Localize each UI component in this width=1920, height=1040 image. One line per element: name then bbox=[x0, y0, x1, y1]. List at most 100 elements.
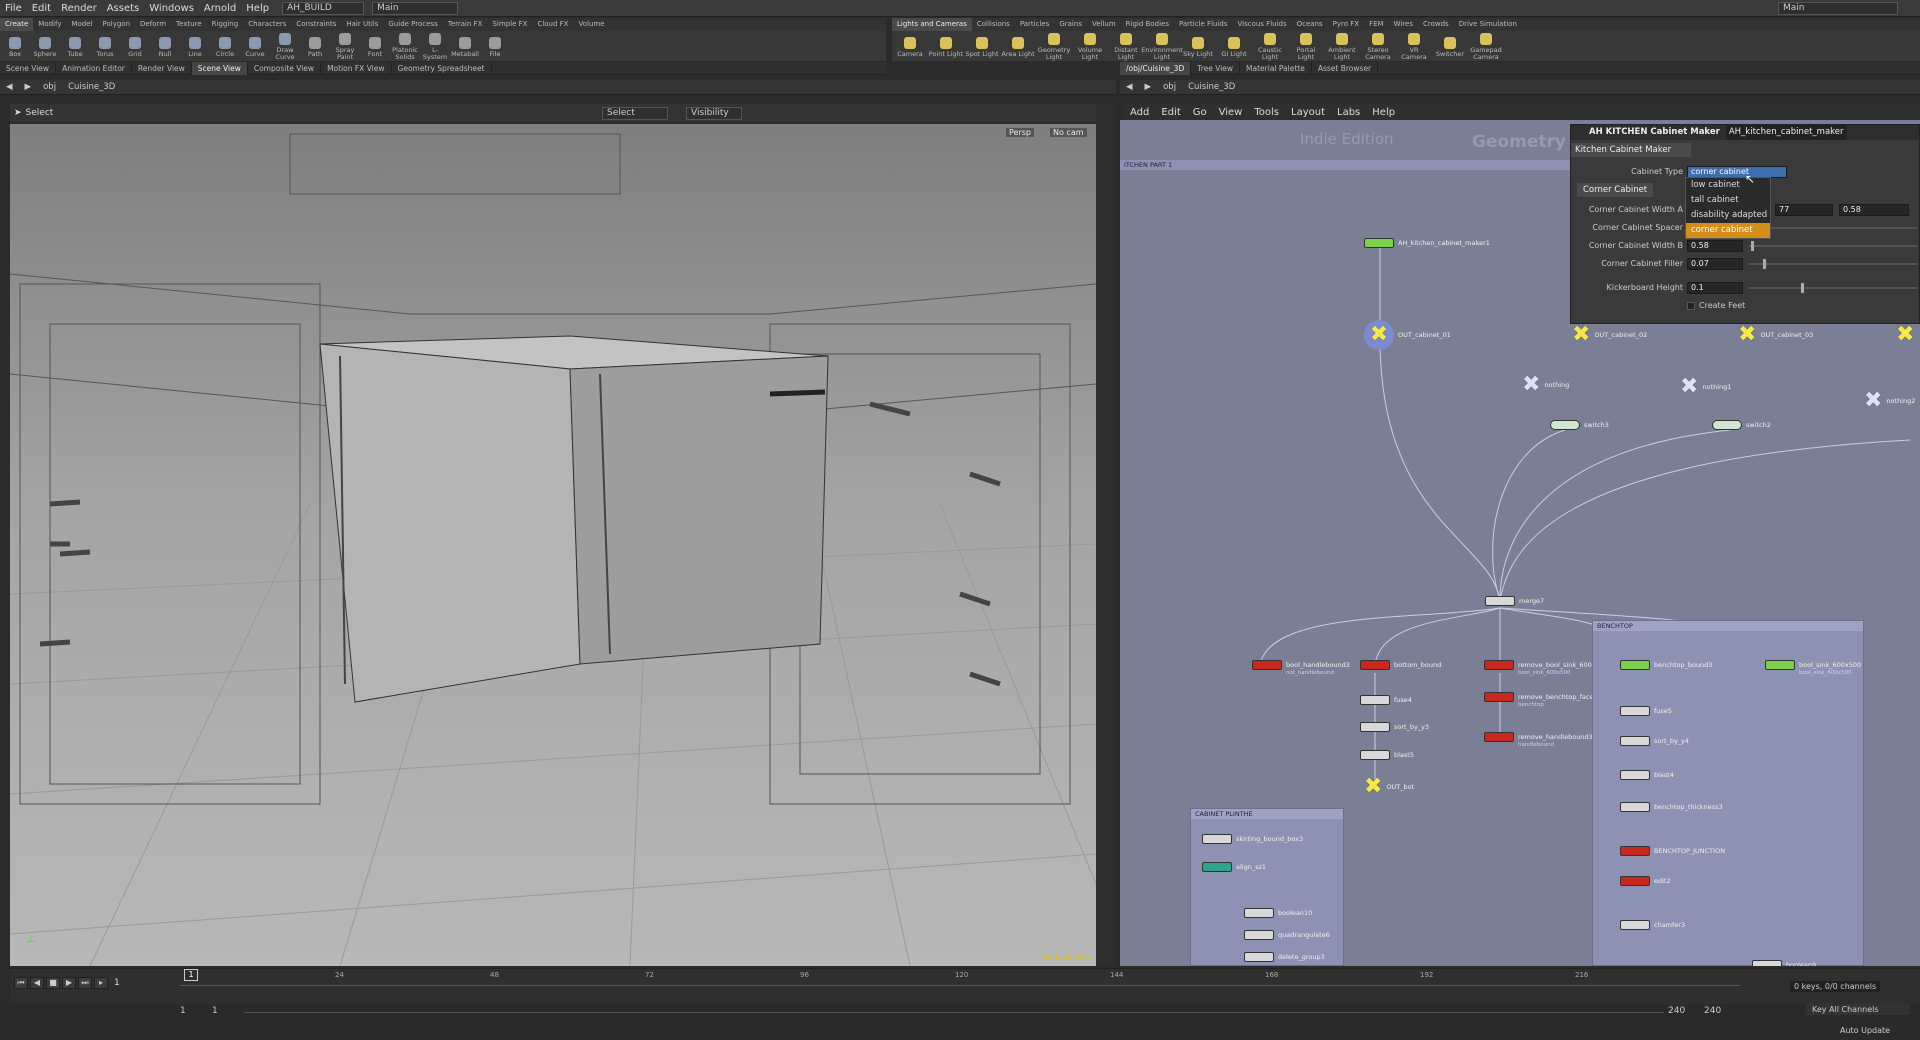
shelf-tab[interactable]: Oceans bbox=[1292, 18, 1328, 31]
shelf-tool[interactable]: Gamepad Camera bbox=[1468, 31, 1504, 61]
shelf-tool[interactable]: Geometry Light bbox=[1036, 31, 1072, 61]
shelf-tab[interactable]: Collisions bbox=[972, 18, 1015, 31]
shelf-tab[interactable]: Polygon bbox=[98, 18, 136, 31]
corner-cabinet-tab[interactable]: Corner Cabinet bbox=[1577, 183, 1654, 197]
node-sort-by-y3[interactable]: sort_by_y3 bbox=[1360, 722, 1429, 732]
camera-menu[interactable]: No cam bbox=[1050, 128, 1087, 137]
select-tool-label[interactable]: Select bbox=[26, 108, 54, 118]
shelf-tab[interactable]: Guide Process bbox=[383, 18, 442, 31]
shelf-tool[interactable]: Curve bbox=[240, 35, 270, 58]
node-remove-bool-sink[interactable]: remove_bool_sink_600x500 bool_sink_600x5… bbox=[1484, 660, 1608, 676]
shelf-tab[interactable]: Rigging bbox=[207, 18, 244, 31]
node-remove-benchtop-faces3[interactable]: remove_benchtop_faces3 benchtop bbox=[1484, 692, 1601, 708]
shelf-tool[interactable]: Torus bbox=[90, 35, 120, 58]
shelf-tab[interactable]: Pyro FX bbox=[1328, 18, 1364, 31]
node-fuse5[interactable]: fuse5 bbox=[1620, 706, 1672, 716]
net-menu-edit[interactable]: Edit bbox=[1155, 107, 1186, 118]
net-menu-help[interactable]: Help bbox=[1366, 107, 1401, 118]
option-disability-adapted[interactable]: disability adapted bbox=[1686, 208, 1770, 223]
node-benchtop-bound3[interactable]: benchtop_bound3 bbox=[1620, 660, 1712, 670]
forward-icon[interactable]: ▶ bbox=[19, 82, 38, 92]
persp-menu[interactable]: Persp bbox=[1006, 128, 1034, 137]
range-end[interactable]: 240 bbox=[1668, 1006, 1685, 1016]
shelf-tab[interactable]: Vellum bbox=[1087, 18, 1121, 31]
shelf-tab[interactable]: Deform bbox=[135, 18, 171, 31]
shelf-tab[interactable]: Wires bbox=[1389, 18, 1418, 31]
node-align-sz1[interactable]: align_sz1 bbox=[1202, 862, 1266, 872]
scene-viewport[interactable]: Persp No cam Indie Edition ⊥ bbox=[10, 124, 1096, 966]
shelf-tab[interactable]: Particle Fluids bbox=[1174, 18, 1233, 31]
shelf-tab[interactable]: Particles bbox=[1015, 18, 1055, 31]
net-back-icon[interactable]: ◀ bbox=[1120, 82, 1139, 92]
node-box[interactable] bbox=[1620, 770, 1650, 780]
shelf-tool[interactable]: Stereo Camera bbox=[1360, 31, 1396, 61]
node-out-cabinet-01[interactable]: ✖ OUT_cabinet_01 bbox=[1364, 320, 1451, 350]
node-box[interactable] bbox=[1202, 862, 1232, 872]
node-merge7-box[interactable] bbox=[1485, 596, 1515, 606]
filler-knob[interactable] bbox=[1763, 259, 1766, 269]
shelf-tab[interactable]: Grains bbox=[1054, 18, 1087, 31]
width-b-field[interactable]: 0.58 bbox=[1687, 240, 1743, 252]
net-menu-view[interactable]: View bbox=[1213, 107, 1249, 118]
node-out-bot[interactable]: ✖ OUT_bot bbox=[1364, 776, 1414, 798]
node-sort-by-y4[interactable]: sort_by_y4 bbox=[1620, 736, 1689, 746]
width-a-field-1[interactable]: 77 bbox=[1775, 204, 1833, 216]
pane-tab[interactable]: Tree View bbox=[1191, 61, 1241, 75]
node-box[interactable] bbox=[1620, 660, 1650, 670]
shelf-tool[interactable]: Line bbox=[180, 35, 210, 58]
net-menu-labs[interactable]: Labs bbox=[1331, 107, 1366, 118]
shelf-tab[interactable]: Create bbox=[0, 18, 34, 31]
desktop-select[interactable]: AH_BUILD bbox=[282, 1, 365, 15]
shelf-tab[interactable]: Texture bbox=[171, 18, 207, 31]
node-bottom-bound[interactable]: bottom_bound bbox=[1360, 660, 1441, 670]
node-chamfer3[interactable]: chamfer3 bbox=[1620, 920, 1685, 930]
shelf-tool[interactable]: Portal Light bbox=[1288, 31, 1324, 61]
menu-edit[interactable]: Edit bbox=[27, 0, 56, 17]
node-quadrangulate6[interactable]: quadrangulate6 bbox=[1244, 930, 1330, 940]
node-box[interactable] bbox=[1484, 660, 1514, 670]
node-nothing2[interactable]: ✖ nothing2 bbox=[1864, 390, 1915, 412]
shelf-tab[interactable]: Characters bbox=[243, 18, 291, 31]
pane-tab[interactable]: /obj/Cuisine_3D bbox=[1120, 61, 1192, 75]
node-switch2-box[interactable] bbox=[1712, 420, 1742, 430]
net-menu-layout[interactable]: Layout bbox=[1285, 107, 1331, 118]
width-a-field-2[interactable]: 0.58 bbox=[1839, 204, 1909, 216]
create-feet-checkbox[interactable] bbox=[1687, 302, 1695, 310]
node-box[interactable] bbox=[1620, 802, 1650, 812]
pane-tab[interactable]: Animation Editor bbox=[56, 61, 132, 75]
shelf-tab[interactable]: Crowds bbox=[1418, 18, 1454, 31]
node-benchtop-junction[interactable]: BENCHTOP_JUNCTION bbox=[1620, 846, 1725, 856]
back-icon[interactable]: ◀ bbox=[0, 82, 19, 92]
range-start[interactable]: 1 bbox=[180, 1006, 186, 1016]
shelf-tool[interactable]: Sky Light bbox=[1180, 35, 1216, 58]
shelf-tab[interactable]: Constraints bbox=[291, 18, 341, 31]
pane-tab[interactable]: Composite View bbox=[248, 61, 322, 75]
node-bool-handlebound3[interactable]: bool_handlebound3 not_handlebound bbox=[1252, 660, 1350, 676]
node-box[interactable] bbox=[1620, 876, 1650, 886]
node-nothing1[interactable]: ✖ nothing1 bbox=[1680, 376, 1731, 398]
net-menu-add[interactable]: Add bbox=[1124, 107, 1155, 118]
node-out-cabinet-02[interactable]: ✖ OUT_cabinet_02 bbox=[1572, 324, 1647, 346]
shelf-tool[interactable]: Caustic Light bbox=[1252, 31, 1288, 61]
shelf-tool[interactable]: Path bbox=[300, 35, 330, 58]
net-menu-go[interactable]: Go bbox=[1187, 107, 1213, 118]
node-box[interactable] bbox=[1360, 750, 1390, 760]
hda-name-field[interactable]: AH_kitchen_cabinet_maker bbox=[1725, 125, 1847, 140]
node-benchtop-thickness3[interactable]: benchtop_thickness3 bbox=[1620, 802, 1723, 812]
step-fwd-icon[interactable]: ▸ bbox=[94, 977, 108, 989]
shelf-tab[interactable]: Model bbox=[66, 18, 97, 31]
shelf-tool[interactable]: Draw Curve bbox=[270, 31, 300, 61]
pane-tab[interactable]: Asset Browser bbox=[1312, 61, 1379, 75]
section-tab[interactable]: Kitchen Cabinet Maker bbox=[1571, 143, 1691, 157]
node-remove-handlebound3[interactable]: remove_handlebound3 handlebound bbox=[1484, 732, 1593, 748]
shelf-tool[interactable]: VR Camera bbox=[1396, 31, 1432, 61]
kickerboard-knob[interactable] bbox=[1801, 283, 1804, 293]
context-select[interactable]: Main bbox=[372, 1, 459, 15]
shelf-tool[interactable]: File bbox=[480, 35, 510, 58]
filler-field[interactable]: 0.07 bbox=[1687, 258, 1743, 270]
net-forward-icon[interactable]: ▶ bbox=[1139, 82, 1158, 92]
visibility-dropdown[interactable]: Visibility bbox=[686, 106, 742, 120]
node-cabinet-maker-box[interactable] bbox=[1364, 238, 1394, 248]
shelf-tab[interactable]: Lights and Cameras bbox=[892, 18, 972, 31]
select-tool-icon[interactable]: ➤ bbox=[14, 108, 22, 118]
